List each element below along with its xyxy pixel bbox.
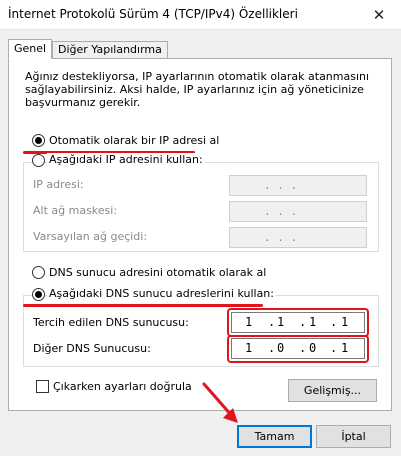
dns-manual-label[interactable]: Aşağıdaki DNS sunucu adreslerini kullan: (47, 287, 276, 300)
tab-genel[interactable]: Genel (8, 39, 53, 59)
preferred-dns-label: Tercih edilen DNS sunucusu: (33, 316, 189, 329)
intro-text: Ağınız destekliyorsa, IP ayarlarının oto… (25, 70, 370, 109)
default-gateway-value: . . . (264, 231, 298, 244)
ip-auto-label[interactable]: Otomatik olarak bir IP adresi al (49, 134, 219, 147)
cancel-button[interactable]: İptal (316, 425, 391, 448)
preferred-dns-highlight (227, 308, 369, 337)
dns-auto-label[interactable]: DNS sunucu adresini otomatik olarak al (49, 266, 266, 279)
ip-address-value: . . . (264, 179, 298, 192)
subnet-mask-label: Alt ağ maskesi: (33, 204, 118, 217)
alternate-dns-highlight (227, 335, 369, 363)
ip-manual-radio[interactable] (32, 154, 45, 167)
alternate-dns-label: Diğer DNS Sunucusu: (33, 342, 151, 355)
annotation-arrow-icon (202, 382, 238, 423)
window-title: İnternet Protokolü Sürüm 4 (TCP/IPv4) Öz… (8, 7, 298, 21)
subnet-mask-input: . . . (229, 201, 367, 222)
general-panel: Ağınız destekliyorsa, IP ayarlarının oto… (8, 58, 392, 411)
dns-manual-highlight (23, 304, 263, 307)
advanced-button[interactable]: Gelişmiş... (288, 379, 377, 402)
close-icon[interactable]: ✕ (357, 0, 401, 30)
validate-checkbox[interactable] (36, 380, 49, 393)
dns-manual-radio[interactable] (32, 288, 45, 301)
default-gateway-input: . . . (229, 227, 367, 248)
default-gateway-label: Varsayılan ağ geçidi: (33, 230, 148, 243)
title-bar: İnternet Protokolü Sürüm 4 (TCP/IPv4) Öz… (0, 0, 401, 30)
ok-button[interactable]: Tamam (237, 425, 312, 448)
ip-address-input: . . . (229, 175, 367, 196)
dns-auto-radio[interactable] (32, 266, 45, 279)
tab-diger-yapilandirma[interactable]: Diğer Yapılandırma (52, 41, 168, 59)
ip-manual-label[interactable]: Aşağıdaki IP adresini kullan: (47, 153, 205, 166)
subnet-mask-value: . . . (264, 205, 298, 218)
validate-label[interactable]: Çıkarken ayarları doğrula (53, 380, 192, 393)
ip-address-label: IP adresi: (33, 178, 84, 191)
ip-auto-radio[interactable] (32, 134, 45, 147)
